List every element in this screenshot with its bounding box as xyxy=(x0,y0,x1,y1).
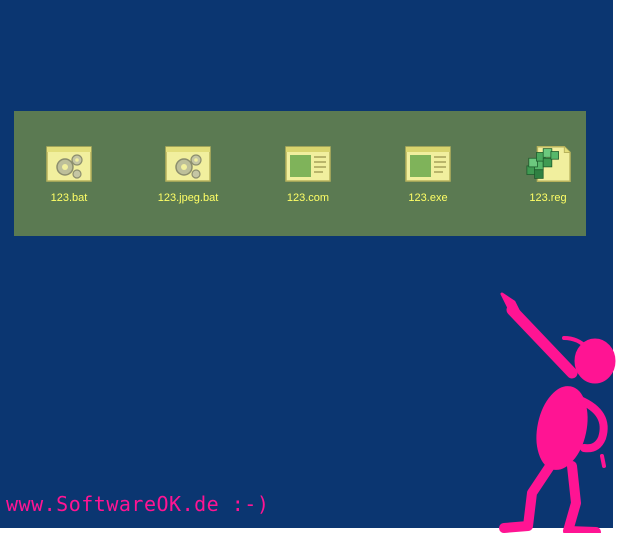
desktop-icon-123-com[interactable]: 123.com xyxy=(258,140,358,220)
desktop-icon-label: 123.exe xyxy=(408,192,448,204)
batch-file-icon xyxy=(164,140,212,188)
desktop-icon-label: 123.bat xyxy=(50,192,88,204)
website-watermark: www.SoftwareOK.de :-) xyxy=(6,492,270,516)
registry-file-icon xyxy=(524,140,572,188)
desktop-icon-123-reg[interactable]: 123.reg xyxy=(498,140,598,220)
desktop-icon-123-bat[interactable]: 123.bat xyxy=(19,140,119,220)
batch-file-icon xyxy=(45,140,93,188)
desktop-icon-label: 123.reg xyxy=(529,192,567,204)
desktop-icon-label: 123.com xyxy=(286,192,330,204)
desktop-icon-123-jpeg-bat[interactable]: 123.jpeg.bat xyxy=(138,140,238,220)
desktop-icon-label: 123.jpeg.bat xyxy=(157,192,219,204)
application-window-icon xyxy=(404,140,452,188)
pointing-mascot-icon xyxy=(499,292,616,533)
application-window-icon xyxy=(284,140,332,188)
desktop-icon-123-exe[interactable]: 123.exe xyxy=(378,140,478,220)
